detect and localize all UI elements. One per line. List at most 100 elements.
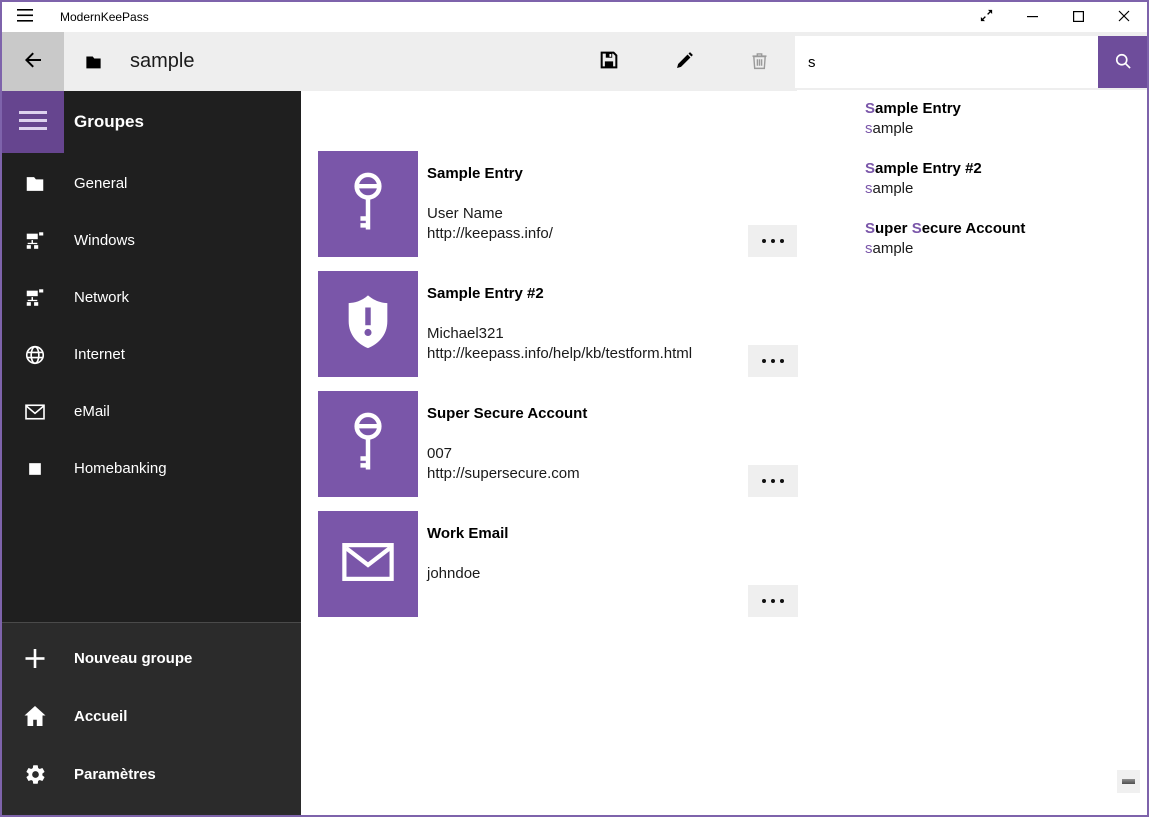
sidebar-item-label: eMail: [74, 403, 110, 420]
globe-icon: [23, 344, 47, 366]
save-icon: [598, 49, 620, 74]
search-button[interactable]: [1098, 36, 1147, 88]
search-result-item[interactable]: Sample Entrysample: [797, 99, 1147, 139]
title-bar: ModernKeePass: [2, 2, 1147, 32]
entry-details: 007http://supersecure.com: [427, 444, 587, 484]
ellipsis-icon: [771, 239, 775, 243]
sidebar-item-windows[interactable]: Windows: [2, 212, 301, 269]
folder-icon: [23, 174, 47, 193]
ellipsis-icon: [762, 479, 766, 483]
trash-icon: [749, 50, 770, 74]
search-result-subtitle: sample: [865, 239, 1147, 259]
sidebar-item-accueil[interactable]: Accueil: [2, 687, 301, 745]
sidebar-header: Groupes: [2, 91, 301, 153]
minimize-button[interactable]: [1009, 2, 1055, 32]
groups-header: Groupes: [74, 112, 144, 132]
entry-detail-line: Michael321: [427, 324, 692, 344]
entry-tile[interactable]: [318, 151, 418, 257]
sidebar-item-label: Network: [74, 289, 129, 306]
fullscreen-button[interactable]: [963, 2, 1009, 32]
match-highlight: s: [865, 120, 873, 137]
gear-icon: [23, 763, 47, 786]
more-options-button[interactable]: [748, 345, 798, 377]
entry-detail-line: http://keepass.info/help/kb/testform.htm…: [427, 344, 692, 364]
entry-title: Sample Entry #2: [427, 284, 692, 304]
semantic-zoom-button[interactable]: [1117, 770, 1140, 793]
home-icon: [23, 705, 47, 727]
entry-detail-line: User Name: [427, 204, 553, 224]
mail-icon: [23, 403, 47, 421]
shield-icon: [342, 293, 394, 356]
ellipsis-icon: [780, 359, 784, 363]
entry-detail-line: 007: [427, 444, 587, 464]
ellipsis-icon: [762, 599, 766, 603]
entry-title: Super Secure Account: [427, 404, 587, 424]
save-button[interactable]: [585, 38, 633, 86]
search-input[interactable]: [795, 36, 1098, 88]
back-button[interactable]: [2, 32, 64, 91]
sidebar-item-general[interactable]: General: [2, 155, 301, 212]
sidebar-item-network[interactable]: Network: [2, 269, 301, 326]
search-result-subtitle: sample: [865, 179, 1147, 199]
sidebar-item-label: Paramètres: [74, 766, 156, 783]
pencil-icon: [674, 50, 695, 74]
entry-title: Work Email: [427, 524, 508, 544]
dash-icon: [1122, 779, 1135, 784]
ellipsis-icon: [780, 239, 784, 243]
match-highlight: s: [865, 240, 873, 257]
edit-button[interactable]: [660, 38, 708, 86]
match-highlight: S: [865, 100, 875, 117]
sidebar-item-email[interactable]: eMail: [2, 383, 301, 440]
search-result-item[interactable]: Sample Entry #2sample: [797, 159, 1147, 199]
match-highlight: S: [865, 220, 875, 237]
fullscreen-icon: [979, 8, 994, 26]
search-result-subtitle: sample: [865, 119, 1147, 139]
entry-tile[interactable]: [318, 391, 418, 497]
maximize-button[interactable]: [1055, 2, 1101, 32]
sidebar-item-param-tres[interactable]: Paramètres: [2, 745, 301, 803]
key-icon: [346, 409, 390, 480]
app-bar: sample: [2, 32, 1147, 91]
entry-tile[interactable]: [318, 271, 418, 377]
mail-icon: [341, 541, 395, 588]
entry-detail-line: johndoe: [427, 564, 508, 584]
entry-details: User Namehttp://keepass.info/: [427, 204, 553, 244]
ellipsis-icon: [771, 479, 775, 483]
delete-button[interactable]: [735, 38, 783, 86]
entry-row[interactable]: Sample EntryUser Namehttp://keepass.info…: [318, 151, 798, 257]
entry-details: Michael321http://keepass.info/help/kb/te…: [427, 324, 692, 364]
hamburger-nav-icon: [19, 111, 47, 133]
sidebar-item-nouveau-groupe[interactable]: Nouveau groupe: [2, 629, 301, 687]
window-title: ModernKeePass: [60, 10, 149, 24]
ellipsis-icon: [762, 359, 766, 363]
close-icon: [1118, 10, 1130, 25]
match-highlight: s: [865, 180, 873, 197]
close-button[interactable]: [1101, 2, 1147, 32]
more-options-button[interactable]: [748, 585, 798, 617]
entry-row[interactable]: Super Secure Account 007http://supersecur…: [318, 391, 798, 497]
entry-row[interactable]: Work Email johndoe: [318, 511, 798, 617]
sidebar-item-internet[interactable]: Internet: [2, 326, 301, 383]
database-folder-icon: [84, 54, 103, 70]
sidebar-item-label: Nouveau groupe: [74, 650, 192, 667]
search-icon: [1113, 51, 1133, 74]
more-options-button[interactable]: [748, 225, 798, 257]
entries-list: Sample EntryUser Namehttp://keepass.info…: [318, 151, 798, 631]
sidebar-item-label: Windows: [74, 232, 135, 249]
database-title: sample: [130, 50, 194, 73]
entry-tile[interactable]: [318, 511, 418, 617]
sidebar-item-label: General: [74, 175, 127, 192]
app-menu-button[interactable]: [2, 2, 48, 32]
entry-row[interactable]: Sample Entry #2 Michael321http://keepass.…: [318, 271, 798, 377]
sidebar-item-homebanking[interactable]: Homebanking: [2, 440, 301, 497]
more-options-button[interactable]: [748, 465, 798, 497]
nav-toggle-button[interactable]: [2, 91, 64, 153]
square-icon: [23, 459, 47, 479]
network-icon: [23, 230, 47, 252]
key-icon: [346, 169, 390, 240]
groups-list: General Windows Network Internet eMail Homeba…: [2, 153, 301, 497]
search-results-dropdown: Sample Entrysample Sample Entry #2sample S…: [797, 90, 1147, 280]
search-result-item[interactable]: Super Secure Accountsample: [797, 219, 1147, 259]
ellipsis-icon: [771, 599, 775, 603]
search-box: [795, 36, 1147, 88]
